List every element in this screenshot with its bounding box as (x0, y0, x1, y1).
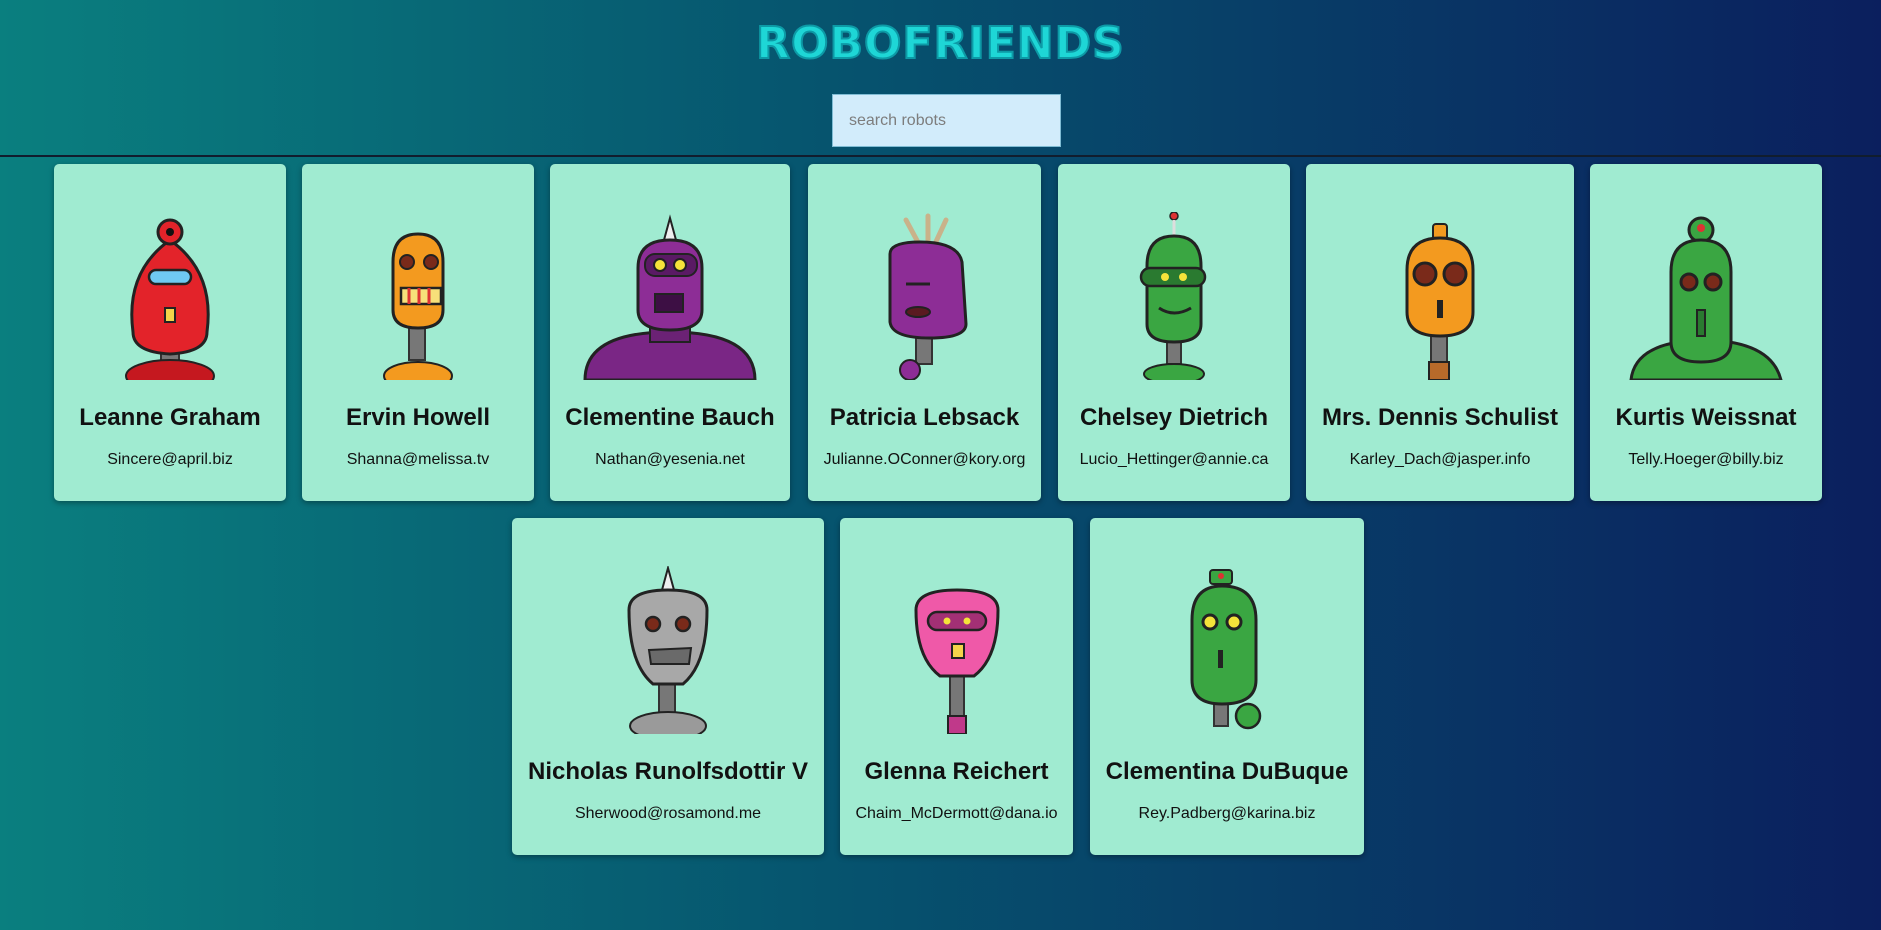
robot-avatar-image (1405, 223, 1475, 380)
robot-avatar-image (913, 588, 1000, 734)
robot-card[interactable]: Chelsey Dietrich Lucio_Hettinger@annie.c… (1058, 164, 1290, 501)
robot-card[interactable]: Nicholas Runolfsdottir V Sherwood@rosamo… (512, 518, 824, 855)
robot-avatar-image (383, 232, 453, 380)
robot-avatar-image (888, 213, 968, 380)
robot-name: Chelsey Dietrich (1079, 404, 1269, 431)
robot-email: Shanna@melissa.tv (346, 451, 490, 468)
robot-name: Kurtis Weissnat (1615, 404, 1797, 431)
robot-avatar-image (1629, 216, 1783, 380)
robot-avatar-image (1139, 212, 1207, 380)
robot-name: Glenna Reichert (864, 758, 1049, 785)
robot-name: Clementine Bauch (565, 404, 775, 431)
robot-card[interactable]: Clementine Bauch Nathan@yesenia.net (550, 164, 790, 501)
robot-card[interactable]: Glenna Reichert Chaim_McDermott@dana.io (840, 518, 1073, 855)
header: ROBOFRIENDS (0, 0, 1881, 157)
robot-name: Nicholas Runolfsdottir V (527, 758, 808, 785)
robot-email: Telly.Hoeger@billy.biz (1628, 451, 1784, 468)
header-divider (0, 155, 1881, 157)
robot-email: Rey.Padberg@karina.biz (1138, 805, 1316, 822)
search-input[interactable] (832, 94, 1061, 147)
robot-avatar-image (627, 566, 709, 734)
robot-name: Leanne Graham (79, 404, 261, 431)
robot-card[interactable]: Clementina DuBuque Rey.Padberg@karina.bi… (1090, 518, 1364, 855)
robot-avatar-image (583, 214, 757, 380)
robot-avatar-image (125, 218, 215, 380)
robot-email: Lucio_Hettinger@annie.ca (1079, 451, 1269, 468)
robot-name: Clementina DuBuque (1105, 758, 1349, 785)
robot-name: Ervin Howell (345, 404, 491, 431)
robot-card[interactable]: Mrs. Dennis Schulist Karley_Dach@jasper.… (1306, 164, 1574, 501)
robot-avatar-image (1190, 569, 1262, 730)
robot-card[interactable]: Ervin Howell Shanna@melissa.tv (302, 164, 534, 501)
robot-email: Nathan@yesenia.net (595, 451, 745, 468)
robot-card[interactable]: Leanne Graham Sincere@april.biz (54, 164, 286, 501)
robot-email: Julianne.OConner@kory.org (823, 451, 1026, 468)
robot-name: Mrs. Dennis Schulist (1321, 404, 1559, 431)
robot-email: Karley_Dach@jasper.info (1349, 451, 1531, 468)
robot-card[interactable]: Kurtis Weissnat Telly.Hoeger@billy.biz (1590, 164, 1822, 501)
robot-email: Sincere@april.biz (107, 451, 233, 468)
robot-email: Sherwood@rosamond.me (574, 805, 762, 822)
robot-card[interactable]: Patricia Lebsack Julianne.OConner@kory.o… (808, 164, 1041, 501)
robot-email: Chaim_McDermott@dana.io (855, 805, 1058, 822)
robot-name: Patricia Lebsack (829, 404, 1020, 431)
app-logo: ROBOFRIENDS (755, 17, 1125, 70)
